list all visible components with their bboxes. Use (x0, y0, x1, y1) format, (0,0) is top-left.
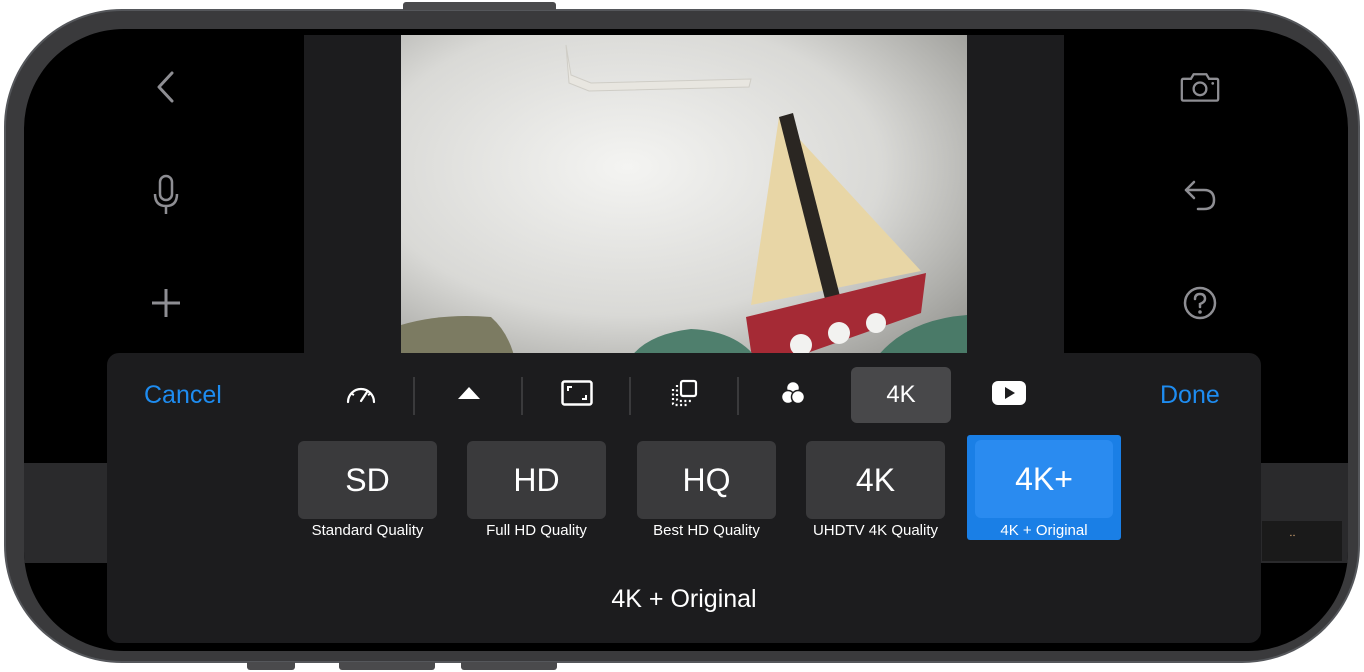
cancel-button[interactable]: Cancel (144, 381, 222, 410)
volume-down-button (461, 662, 557, 670)
quality-option-4k[interactable]: 4K UHDTV 4K Quality (806, 441, 945, 541)
tab-aspect-ratio[interactable] (523, 367, 631, 423)
tab-quality-label: 4K (886, 381, 916, 408)
power-button (403, 2, 556, 10)
back-chevron-icon[interactable] (146, 67, 186, 107)
quality-label: Full HD Quality (486, 522, 587, 539)
triangle-up-icon (457, 386, 481, 405)
phone-frame: ▪ ▪ Cancel Done 4K SD Standard Quality H… (4, 9, 1360, 663)
speedometer-icon (345, 381, 377, 410)
quality-option-4k-plus[interactable]: 4K+ 4K + Original (967, 435, 1121, 540)
quality-options: SD Standard Quality HD Full HD Quality H… (275, 435, 1121, 541)
quality-code: SD (298, 441, 437, 519)
current-quality-label: 4K + Original (611, 585, 757, 613)
color-filter-icon (779, 380, 807, 411)
quality-code: 4K+ (975, 440, 1113, 518)
tab-speed[interactable] (307, 367, 415, 423)
quality-option-hq[interactable]: HQ Best HD Quality (637, 441, 776, 541)
thumbnail-caption: ▪ ▪ (1290, 533, 1295, 539)
quality-code: HQ (637, 441, 776, 519)
settings-tab-bar: 4K (307, 367, 1063, 423)
help-icon[interactable] (1180, 283, 1220, 323)
timeline-thumbnail[interactable]: ▪ ▪ (1262, 521, 1342, 561)
youtube-play-icon (991, 380, 1027, 411)
quality-code: 4K (806, 441, 945, 519)
tab-color-filter[interactable] (739, 367, 847, 423)
video-preview (401, 35, 967, 365)
volume-up-button (339, 662, 435, 670)
screen: ▪ ▪ Cancel Done 4K SD Standard Quality H… (24, 29, 1348, 651)
quality-code: HD (467, 441, 606, 519)
tab-frames[interactable] (631, 367, 739, 423)
quality-option-hd[interactable]: HD Full HD Quality (467, 441, 606, 541)
aspect-ratio-icon (561, 379, 593, 411)
quality-label: Standard Quality (311, 522, 424, 539)
quality-label: UHDTV 4K Quality (812, 522, 939, 539)
microphone-icon[interactable] (146, 174, 186, 215)
tab-youtube[interactable] (955, 367, 1063, 423)
tab-quality[interactable]: 4K (851, 367, 951, 423)
undo-icon[interactable] (1180, 175, 1220, 215)
quality-label: Best HD Quality (653, 522, 760, 539)
frames-icon (671, 379, 699, 412)
done-button[interactable]: Done (1160, 381, 1220, 410)
camera-icon[interactable] (1180, 67, 1220, 107)
quality-option-sd[interactable]: SD Standard Quality (298, 441, 437, 541)
mute-switch (247, 662, 295, 670)
quality-label: 4K + Original (1000, 522, 1088, 539)
add-icon[interactable] (146, 283, 186, 323)
tab-fade[interactable] (415, 367, 523, 423)
export-settings-panel: Cancel Done 4K SD Standard Quality HD Fu… (107, 353, 1261, 643)
